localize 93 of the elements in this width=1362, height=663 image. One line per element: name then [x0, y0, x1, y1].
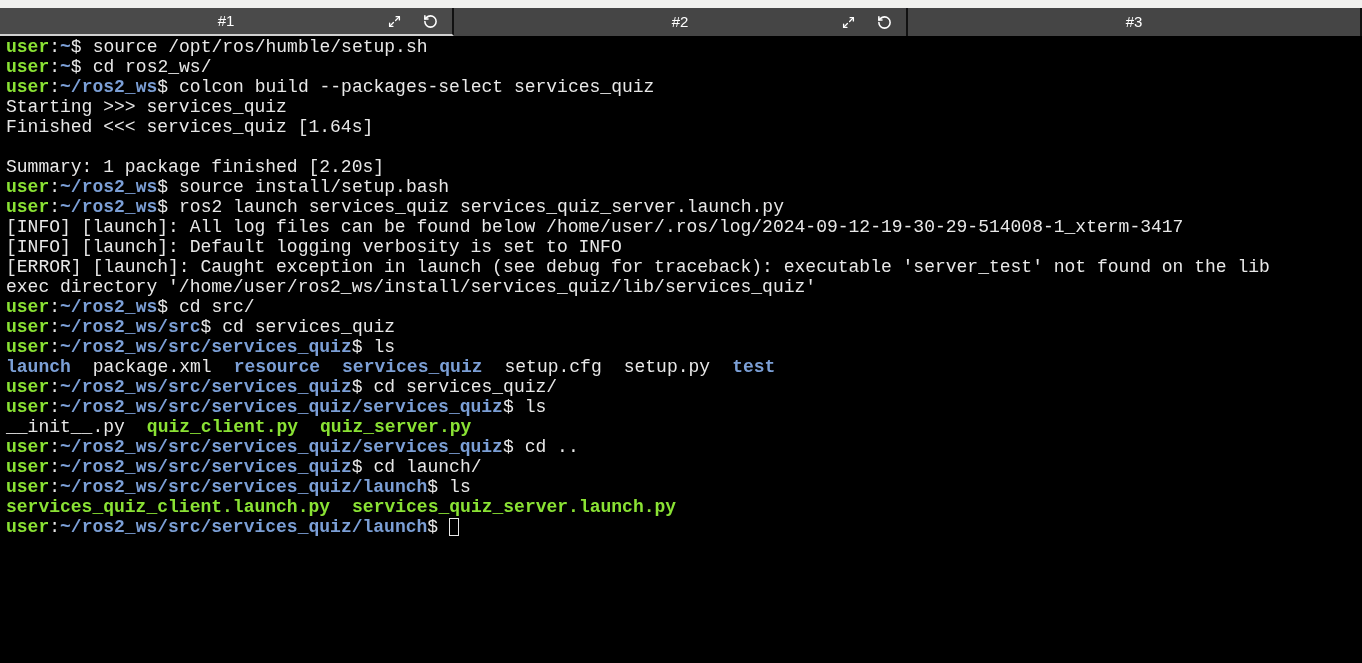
command-text: source install/setup.bash [179, 177, 450, 197]
file-name: quiz_client.py [146, 417, 299, 437]
prompt-symbol: $ [427, 477, 439, 497]
output-text: exec directory '/home/user/ros2_ws/install/services_quiz/lib/services_quiz' [6, 277, 817, 297]
prompt-separator: : [49, 377, 61, 397]
command-text: cd ros2_ws/ [92, 57, 212, 77]
prompt-symbol: $ [157, 77, 169, 97]
prompt-separator: : [49, 457, 61, 477]
prompt-user: user [6, 377, 50, 397]
prompt-separator: : [49, 197, 61, 217]
prompt-path: ~/ros2_ws/src/services_quiz/services_quiz [60, 437, 503, 457]
prompt-path: ~ [60, 37, 71, 57]
terminal-tab[interactable]: #1 [0, 8, 454, 36]
command-text: ls [373, 337, 396, 357]
file-name: launch [6, 357, 71, 377]
prompt-user: user [6, 77, 50, 97]
prompt-symbol: $ [351, 377, 363, 397]
prompt-path: ~/ros2_ws/src/services_quiz/launch [60, 477, 428, 497]
prompt-symbol: $ [502, 397, 514, 417]
prompt-path: ~ [60, 57, 71, 77]
prompt-separator: : [49, 517, 61, 537]
output-text: Starting >>> services_quiz [6, 97, 287, 117]
command-text: cd launch/ [373, 457, 482, 477]
prompt-separator: : [49, 37, 61, 57]
prompt-symbol: $ [200, 317, 212, 337]
command-text: source /opt/ros/humble/setup.sh [92, 37, 428, 57]
output-text: [ERROR] [launch]: Caught exception in launch (see debug for traceback): executable 'server_test' not found on the lib [6, 257, 1270, 277]
prompt-path: ~/ros2_ws [60, 197, 158, 217]
prompt-path: ~/ros2_ws/src [60, 317, 201, 337]
expand-icon[interactable] [842, 15, 855, 29]
file-name: package.xml [92, 357, 212, 377]
prompt-path: ~/ros2_ws/src/services_quiz [60, 457, 352, 477]
prompt-user: user [6, 317, 50, 337]
prompt-symbol: $ [70, 37, 82, 57]
prompt-user: user [6, 437, 50, 457]
prompt-separator: : [49, 177, 61, 197]
command-text: cd services_quiz [222, 317, 396, 337]
command-text: cd .. [524, 437, 579, 457]
prompt-symbol: $ [70, 57, 82, 77]
prompt-separator: : [49, 477, 61, 497]
prompt-user: user [6, 457, 50, 477]
reload-icon[interactable] [423, 13, 438, 29]
prompt-symbol: $ [157, 177, 169, 197]
prompt-separator: : [49, 77, 61, 97]
output-text: [INFO] [launch]: All log files can be found below /home/user/.ros/log/2024-09-12-19-30-29-514008-1_xterm-3417 [6, 217, 1184, 237]
command-text: ros2 launch services_quiz services_quiz_server.launch.py [179, 197, 784, 217]
prompt-path: ~/ros2_ws [60, 77, 158, 97]
prompt-symbol: $ [351, 337, 363, 357]
prompt-separator: : [49, 437, 61, 457]
file-name: quiz_server.py [320, 417, 472, 437]
prompt-symbol: $ [157, 297, 169, 317]
prompt-symbol: $ [427, 517, 439, 537]
file-name: setup.cfg [504, 357, 602, 377]
prompt-separator: : [49, 397, 61, 417]
prompt-user: user [6, 197, 50, 217]
file-name: test [732, 357, 776, 377]
file-name: resource [233, 357, 321, 377]
output-text: [INFO] [launch]: Default logging verbosity is set to INFO [6, 237, 622, 257]
command-text: cd src/ [179, 297, 255, 317]
prompt-user: user [6, 397, 50, 417]
prompt-symbol: $ [351, 457, 363, 477]
prompt-user: user [6, 337, 50, 357]
prompt-separator: : [49, 317, 61, 337]
prompt-path: ~/ros2_ws/src/services_quiz/launch [60, 517, 428, 537]
file-name: services_quiz [342, 357, 483, 377]
prompt-user: user [6, 177, 50, 197]
command-text: cd services_quiz/ [373, 377, 558, 397]
prompt-path: ~/ros2_ws/src/services_quiz/services_quiz [60, 397, 503, 417]
prompt-user: user [6, 477, 50, 497]
prompt-user: user [6, 517, 50, 537]
command-text: ls [449, 477, 471, 497]
prompt-symbol: $ [157, 197, 169, 217]
file-name: __init__.py [6, 417, 125, 437]
prompt-separator: : [49, 57, 61, 77]
prompt-separator: : [49, 337, 61, 357]
file-name: services_quiz_server.launch.py [352, 497, 677, 517]
file-name: setup.py [623, 357, 711, 377]
prompt-separator: : [49, 297, 61, 317]
prompt-user: user [6, 57, 50, 77]
prompt-path: ~/ros2_ws [60, 297, 158, 317]
output-text: Finished <<< services_quiz [1.64s] [6, 117, 374, 137]
command-text: ls [524, 397, 547, 417]
prompt-symbol: $ [502, 437, 514, 457]
command-text: colcon build --packages-select services_quiz [179, 77, 655, 97]
file-name: services_quiz_client.launch.py [6, 497, 331, 517]
prompt-user: user [6, 297, 50, 317]
reload-icon[interactable] [877, 14, 892, 30]
prompt-path: ~/ros2_ws [60, 177, 158, 197]
prompt-path: ~/ros2_ws/src/services_quiz [60, 337, 352, 357]
prompt-path: ~/ros2_ws/src/services_quiz [60, 377, 352, 397]
output-text: Summary: 1 package finished [2.20s] [6, 157, 385, 177]
prompt-user: user [6, 37, 50, 57]
expand-icon[interactable] [388, 14, 401, 28]
